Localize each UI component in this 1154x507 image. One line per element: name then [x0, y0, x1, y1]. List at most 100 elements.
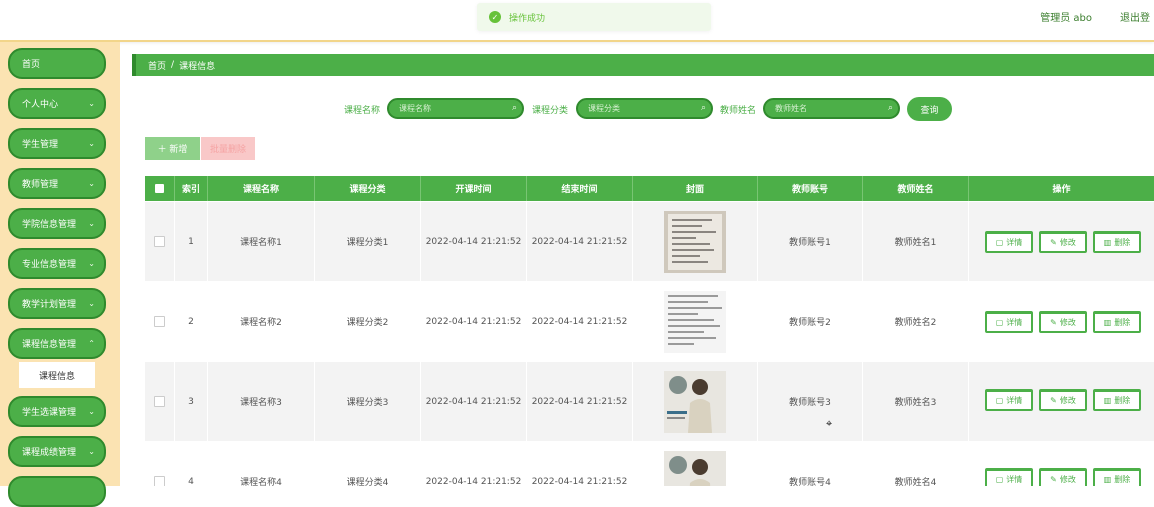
logout-link[interactable]: 退出登: [1120, 9, 1150, 24]
edit-label: 修改: [1059, 475, 1076, 484]
chevron-down-icon: ⌄: [88, 219, 95, 228]
sidebar-item-students[interactable]: 学生管理 ⌄: [8, 128, 106, 159]
cell-course-name: 课程名称4: [208, 442, 315, 486]
sidebar-item-profile[interactable]: 个人中心 ⌄: [8, 88, 106, 119]
cell-category: 课程分类2: [315, 282, 421, 361]
row-checkbox-cell[interactable]: [145, 202, 175, 281]
sidebar-item-label: 学生选课管理: [22, 408, 77, 418]
edit-button[interactable]: ✎ 修改: [1039, 468, 1087, 486]
sidebar-subitem-course-info[interactable]: 课程信息: [19, 362, 95, 388]
edit-icon: ✎: [1050, 238, 1057, 247]
detail-button[interactable]: ▢ 详情: [985, 231, 1033, 253]
row-checkbox-cell[interactable]: [145, 362, 175, 441]
edit-button[interactable]: ✎ 修改: [1039, 311, 1087, 333]
chevron-down-icon: ⌄: [88, 407, 95, 416]
breadcrumb-current: 课程信息: [179, 61, 216, 72]
row-checkbox[interactable]: [154, 476, 165, 486]
cell-cover: [633, 442, 758, 488]
sidebar-item-label: 学院信息管理: [22, 220, 77, 230]
sidebar-item-majors[interactable]: 专业信息管理 ⌄: [8, 248, 106, 279]
category-label: 课程分类: [532, 106, 569, 116]
cell-teacher-name: 教师姓名2: [863, 282, 969, 361]
sidebar-item-colleges[interactable]: 学院信息管理 ⌄: [8, 208, 106, 239]
teacher-name-placeholder: 教师姓名: [775, 104, 807, 113]
cell-category: 课程分类1: [315, 202, 421, 281]
cover-image[interactable]: [664, 370, 726, 433]
cell-teacher-account: 教师账号4: [758, 442, 863, 486]
cover-image[interactable]: [664, 290, 726, 353]
sidebar-item-plans[interactable]: 教学计划管理 ⌄: [8, 288, 106, 319]
teacher-name-label: 教师姓名: [720, 106, 757, 116]
sidebar-item-grades[interactable]: 课程成绩管理 ⌄: [8, 436, 106, 467]
sidebar-item-home[interactable]: 首页: [8, 48, 106, 79]
row-checkbox-cell[interactable]: [145, 282, 175, 361]
category-placeholder: 课程分类: [588, 104, 620, 113]
select-all-checkbox[interactable]: [155, 184, 164, 193]
table-header: 索引 课程名称 课程分类 开课时间 结束时间 封面 教师账号 教师姓名 操作: [145, 176, 1154, 201]
row-checkbox[interactable]: [154, 316, 165, 327]
sidebar-item-label: 教师管理: [22, 180, 59, 190]
mouse-cursor-icon: ⌖: [826, 417, 833, 430]
detail-button[interactable]: ▢ 详情: [985, 468, 1033, 486]
search-icon: ⌕: [511, 103, 517, 113]
table-row: 1 课程名称1 课程分类1 2022-04-14 21:21:52 2022-0…: [145, 202, 1154, 282]
success-toast: ✓ 操作成功: [477, 3, 711, 31]
add-button[interactable]: ＋ 新增: [145, 137, 200, 160]
delete-button[interactable]: ▥ 删除: [1093, 231, 1141, 253]
cell-start-time: 2022-04-14 21:21:52: [421, 362, 527, 441]
delete-button[interactable]: ▥ 删除: [1093, 468, 1141, 486]
breadcrumb: 首页 / 课程信息: [132, 54, 1154, 76]
sidebar-item-label: 课程成绩管理: [22, 448, 77, 458]
detail-button[interactable]: ▢ 详情: [985, 311, 1033, 333]
toast-message: 操作成功: [509, 13, 546, 24]
delete-label: 删除: [1114, 396, 1131, 405]
delete-button[interactable]: ▥ 删除: [1093, 311, 1141, 333]
select-all-cell[interactable]: [145, 176, 175, 201]
category-input[interactable]: 课程分类 ⌕: [576, 98, 713, 119]
user-label: 管理员 abo: [1040, 13, 1092, 24]
edit-button[interactable]: ✎ 修改: [1039, 389, 1087, 411]
row-checkbox-cell[interactable]: [145, 442, 175, 486]
sidebar-item-courses[interactable]: 课程信息管理 ⌃: [8, 328, 106, 359]
course-name-input[interactable]: 课程名称 ⌕: [387, 98, 524, 119]
cell-end-time: 2022-04-14 21:21:52: [527, 202, 633, 281]
cell-teacher-name: 教师姓名3: [863, 362, 969, 441]
row-checkbox[interactable]: [154, 236, 165, 247]
sidebar-item-teachers[interactable]: 教师管理 ⌄: [8, 168, 106, 199]
edit-icon: ✎: [1050, 396, 1057, 405]
cell-start-time: 2022-04-14 21:21:52: [421, 202, 527, 281]
search-icon: ⌕: [887, 103, 893, 113]
cover-image[interactable]: [664, 210, 726, 273]
chevron-down-icon: ⌄: [88, 259, 95, 268]
detail-button[interactable]: ▢ 详情: [985, 389, 1033, 411]
cell-index: 2: [175, 282, 208, 361]
delete-button[interactable]: ▥ 删除: [1093, 389, 1141, 411]
trash-icon: ▥: [1103, 318, 1112, 327]
edit-button[interactable]: ✎ 修改: [1039, 231, 1087, 253]
cell-index: 4: [175, 442, 208, 486]
cover-image[interactable]: [664, 450, 726, 488]
sidebar-item-more[interactable]: [8, 476, 106, 507]
breadcrumb-home[interactable]: 首页: [148, 59, 166, 72]
column-header: 结束时间: [527, 176, 633, 201]
delete-label: 删除: [1114, 318, 1131, 327]
trash-icon: ▥: [1103, 396, 1112, 405]
check-circle-icon: ✓: [489, 11, 501, 23]
column-header: 封面: [633, 176, 758, 201]
teacher-name-input[interactable]: 教师姓名 ⌕: [763, 98, 900, 119]
detail-icon: ▢: [995, 318, 1004, 327]
sidebar-item-selection[interactable]: 学生选课管理 ⌄: [8, 396, 106, 427]
batch-delete-button[interactable]: 批量删除: [201, 137, 255, 160]
row-checkbox[interactable]: [154, 396, 165, 407]
table-row: 3 课程名称3 课程分类3 2022-04-14 21:21:52 2022-0…: [145, 362, 1154, 442]
detail-label: 详情: [1006, 475, 1023, 484]
query-button[interactable]: 查询: [907, 97, 952, 121]
delete-label: 删除: [1114, 475, 1131, 484]
cell-teacher-name: 教师姓名4: [863, 442, 969, 486]
trash-icon: ▥: [1103, 238, 1112, 247]
course-name-placeholder: 课程名称: [399, 104, 431, 113]
edit-label: 修改: [1059, 396, 1076, 405]
detail-icon: ▢: [995, 396, 1004, 405]
cell-category: 课程分类3: [315, 362, 421, 441]
detail-icon: ▢: [995, 238, 1004, 247]
